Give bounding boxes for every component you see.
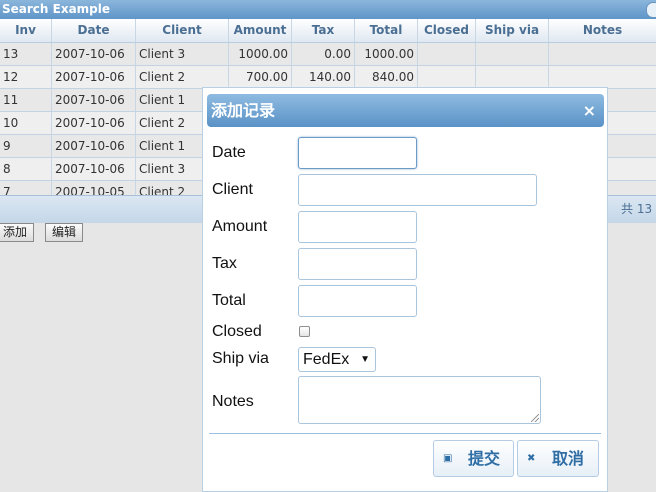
amount-label: Amount [212, 218, 268, 235]
cell-inv-no: 7 [0, 181, 52, 195]
cell-closed [418, 43, 476, 65]
record-count: 共 13 条 [621, 202, 656, 216]
close-icon[interactable]: × [583, 94, 596, 127]
client-label: Client [212, 181, 253, 198]
total-field[interactable] [298, 285, 417, 317]
client-field[interactable] [298, 174, 537, 206]
cell-total: 840.00 [355, 66, 418, 88]
amount-field[interactable] [298, 211, 417, 243]
grid-caption-title: Search Example [2, 2, 111, 16]
ship-via-select[interactable]: FedEx ▼ [298, 347, 376, 372]
cell-ship-via [476, 43, 549, 65]
ship-via-value: FedEx [303, 351, 350, 368]
column-header-inv-no[interactable]: Inv No▴▾ [0, 19, 52, 60]
cell-amount: 700.00 [229, 66, 292, 88]
closed-checkbox[interactable] [299, 326, 310, 337]
tax-label: Tax [212, 255, 237, 272]
grid-header: Inv No▴▾ Date Client Amount Tax Total Cl… [0, 19, 656, 60]
date-field[interactable] [298, 137, 417, 169]
table-row[interactable]: 12 2007-10-06 Client 2 700.00 140.00 840… [0, 66, 656, 89]
column-header-amount[interactable]: Amount [229, 19, 292, 42]
dialog-titlebar: 添加记录 × [207, 94, 604, 127]
cell-inv-no: 11 [0, 89, 52, 111]
total-label: Total [212, 292, 246, 309]
cell-closed [418, 66, 476, 88]
notes-label: Notes [212, 393, 254, 410]
column-header-date[interactable]: Date [52, 19, 136, 42]
collapse-grid-icon[interactable] [646, 2, 656, 18]
chevron-down-icon: ▼ [360, 354, 370, 365]
save-icon: ▣ [443, 453, 453, 464]
date-label: Date [212, 144, 246, 161]
cell-inv-no: 13 [0, 43, 52, 65]
tax-field[interactable] [298, 248, 417, 280]
cell-inv-no: 10 [0, 112, 52, 134]
cancel-icon: ✖ [527, 453, 536, 464]
grid-caption: Search Example [0, 0, 656, 19]
cell-tax: 140.00 [292, 66, 355, 88]
column-header-notes[interactable]: Notes [549, 19, 656, 42]
column-header-tax[interactable]: Tax [292, 19, 355, 42]
cell-total: 1000.00 [355, 43, 418, 65]
resize-grip-icon[interactable] [531, 414, 539, 422]
cell-date: 2007-10-06 [52, 158, 136, 180]
cell-notes [549, 43, 656, 65]
cell-date: 2007-10-06 [52, 135, 136, 157]
edit-button[interactable]: 编辑 [45, 223, 84, 242]
cell-date: 2007-10-05 [52, 181, 136, 195]
notes-textarea[interactable] [298, 376, 541, 424]
column-header-total[interactable]: Total [355, 19, 418, 42]
cell-date: 2007-10-06 [52, 66, 136, 88]
column-header-closed[interactable]: Closed [418, 19, 476, 42]
column-header-client[interactable]: Client [136, 19, 229, 42]
table-row[interactable]: 13 2007-10-06 Client 3 1000.00 0.00 1000… [0, 43, 656, 66]
closed-label: Closed [212, 323, 262, 340]
dialog-divider [209, 433, 601, 434]
add-record-dialog: 添加记录 × Date Client Amount Tax Total Clos… [202, 87, 608, 492]
cell-tax: 0.00 [292, 43, 355, 65]
cell-inv-no: 9 [0, 135, 52, 157]
cell-client: Client 2 [136, 66, 229, 88]
cell-date: 2007-10-06 [52, 43, 136, 65]
dialog-title: 添加记录 [211, 101, 276, 120]
add-button[interactable]: 添加 [0, 223, 35, 242]
cell-inv-no: 8 [0, 158, 52, 180]
submit-button[interactable]: ▣ 提交 [433, 440, 514, 477]
cell-inv-no: 12 [0, 66, 52, 88]
cell-date: 2007-10-06 [52, 112, 136, 134]
column-header-ship-via[interactable]: Ship via [476, 19, 549, 42]
cancel-button[interactable]: ✖ 取消 [517, 440, 599, 477]
cell-client: Client 3 [136, 43, 229, 65]
cell-notes [549, 66, 656, 88]
cell-date: 2007-10-06 [52, 89, 136, 111]
cell-amount: 1000.00 [229, 43, 292, 65]
ship-via-label: Ship via [212, 350, 269, 367]
cell-ship-via [476, 66, 549, 88]
